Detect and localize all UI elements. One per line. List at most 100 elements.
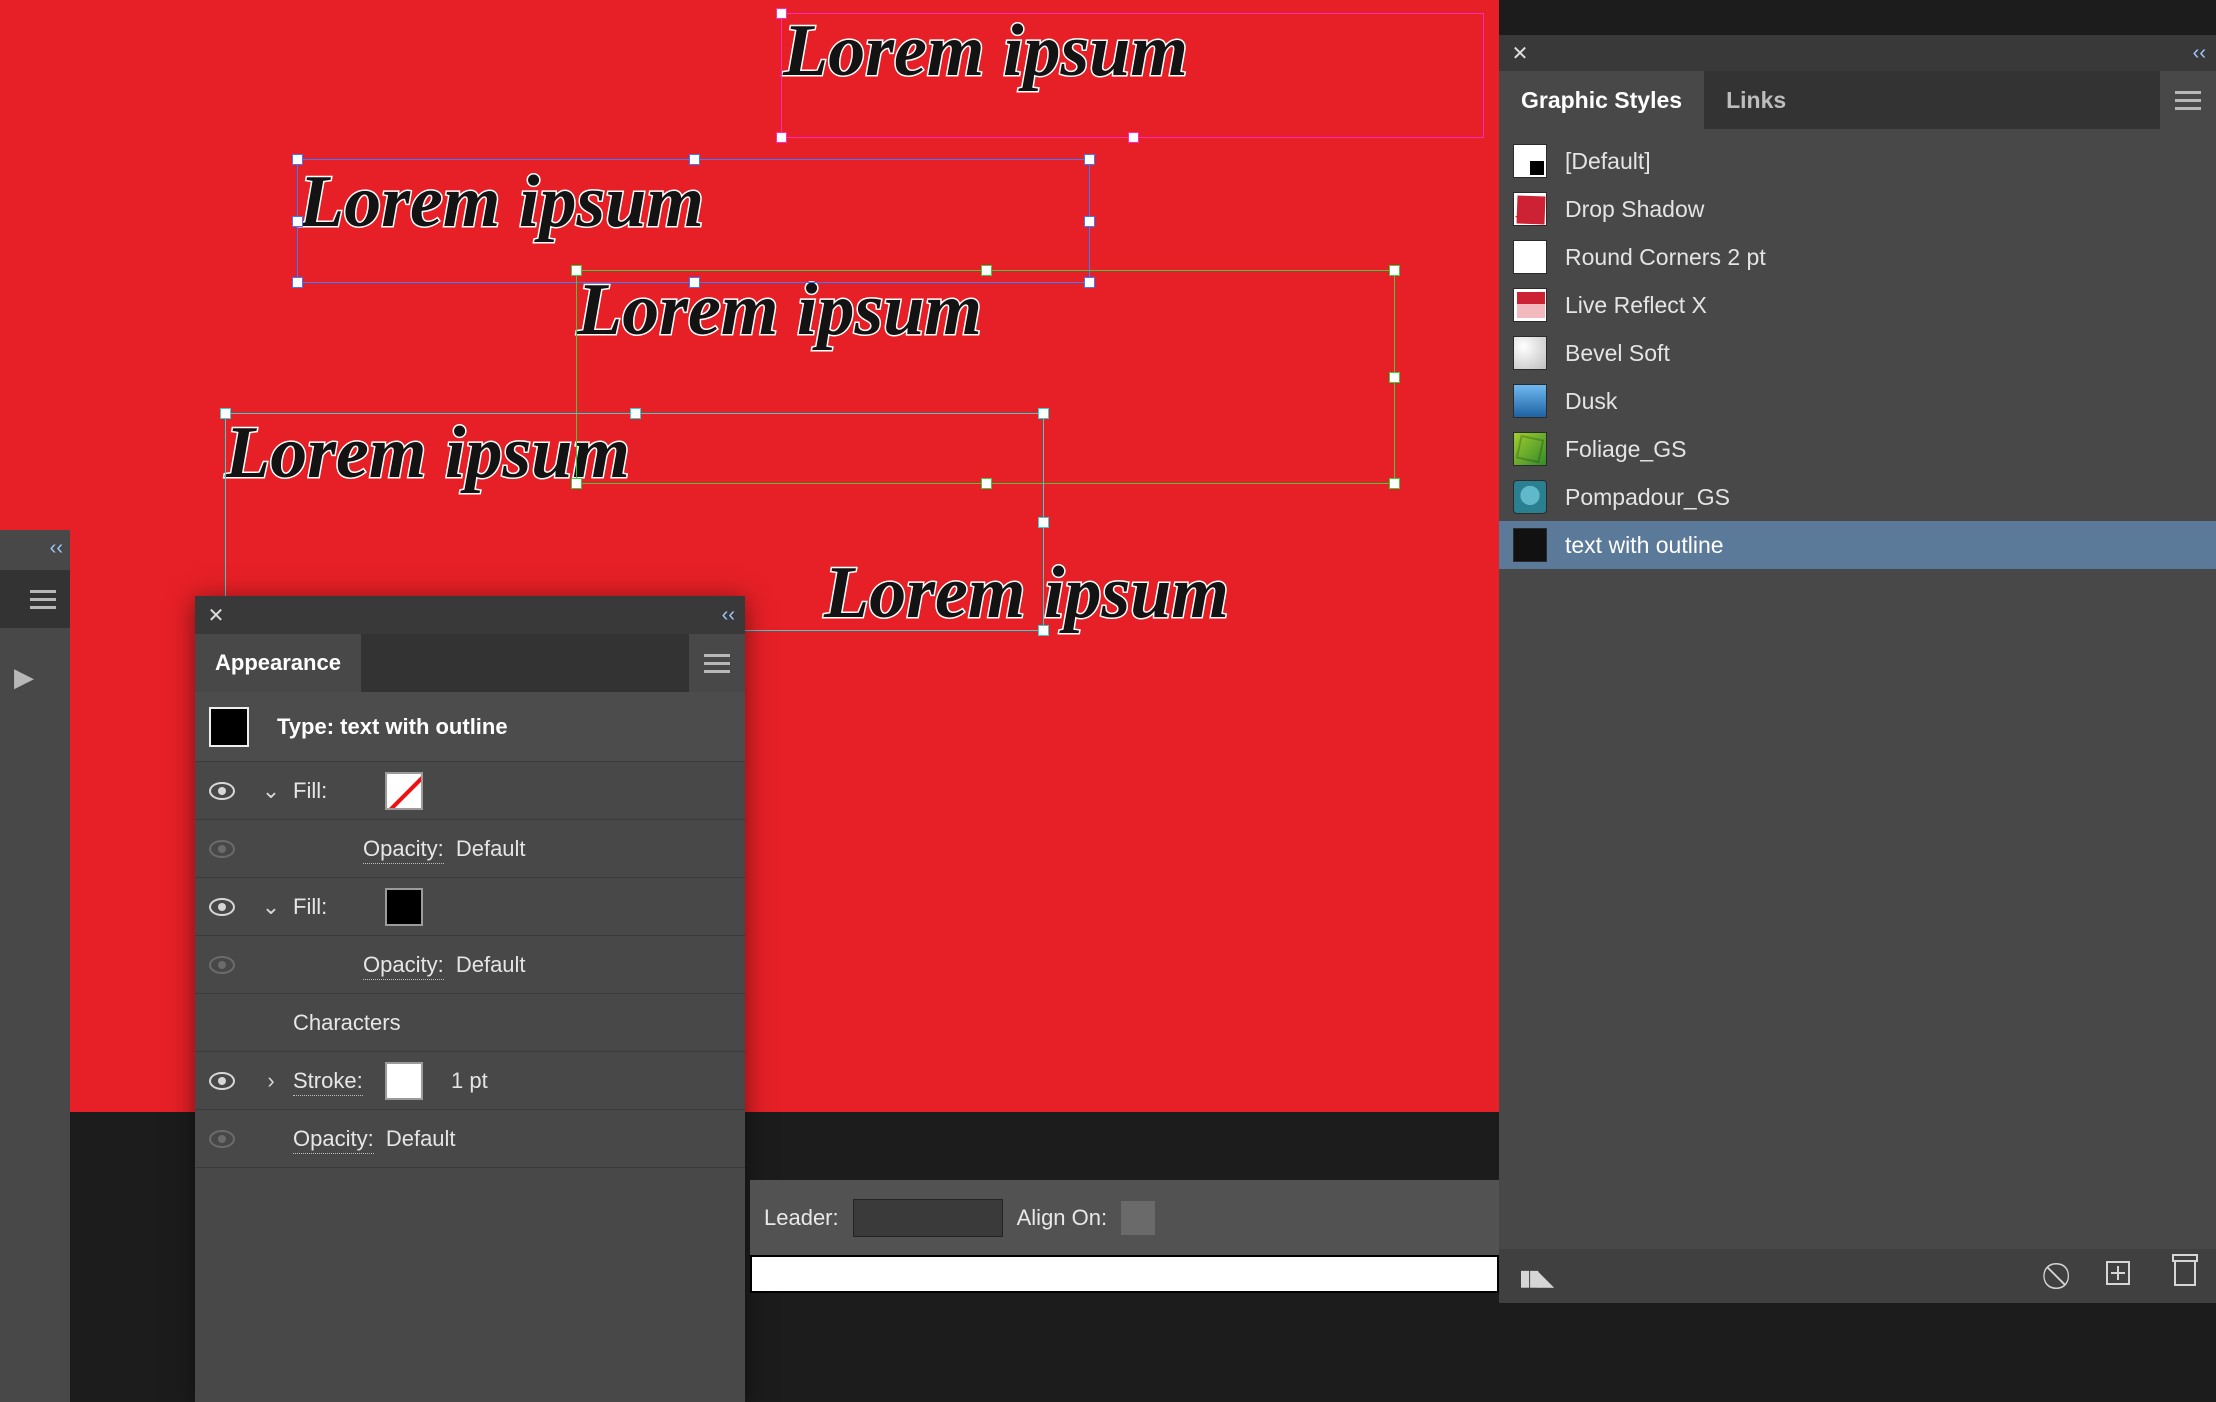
type-swatch[interactable]: [209, 707, 249, 747]
appearance-opacity-row[interactable]: Opacity: Default: [195, 820, 745, 878]
style-label: text with outline: [1565, 532, 1724, 559]
selection-handle[interactable]: [1389, 478, 1400, 489]
visibility-toggle[interactable]: [195, 898, 249, 916]
opacity-label[interactable]: Opacity:: [293, 1126, 374, 1154]
eye-icon: [209, 1130, 235, 1148]
selection-handle[interactable]: [292, 277, 303, 288]
panel-tabs: Graphic Styles Links: [1499, 71, 2216, 129]
style-thumb: [1513, 480, 1547, 514]
graphic-styles-panel: ✕ ‹‹ Graphic Styles Links [Default] Drop…: [1499, 35, 2216, 1303]
style-item-default[interactable]: [Default]: [1499, 137, 2216, 185]
new-style-icon[interactable]: [2106, 1261, 2130, 1292]
style-item-bevel-soft[interactable]: Bevel Soft: [1499, 329, 2216, 377]
visibility-toggle[interactable]: [195, 1072, 249, 1090]
panel-titlebar[interactable]: ✕ ‹‹: [1499, 35, 2216, 71]
visibility-toggle[interactable]: [195, 840, 249, 858]
selection-handle[interactable]: [1389, 372, 1400, 383]
style-thumb: [1513, 192, 1547, 226]
visibility-toggle[interactable]: [195, 956, 249, 974]
panel-menu-button[interactable]: [689, 634, 745, 692]
stroke-value: 1 pt: [451, 1068, 488, 1094]
selection-handle[interactable]: [1038, 517, 1049, 528]
left-dock-collapsed: ‹‹ ▶: [0, 530, 70, 1402]
style-label: Pompadour_GS: [1565, 484, 1730, 511]
style-thumb: [1513, 384, 1547, 418]
selection-handle[interactable]: [776, 132, 787, 143]
collapse-icon[interactable]: ‹‹: [50, 537, 63, 560]
selection-handle[interactable]: [981, 265, 992, 276]
opacity-value: Default: [386, 1126, 456, 1151]
collapse-icon[interactable]: ‹‹: [722, 604, 735, 627]
style-label: Dusk: [1565, 388, 1617, 415]
opacity-label[interactable]: Opacity:: [363, 836, 444, 864]
style-label: Round Corners 2 pt: [1565, 244, 1766, 271]
visibility-toggle[interactable]: [195, 782, 249, 800]
eye-icon: [209, 840, 235, 858]
alignon-input[interactable]: [1121, 1201, 1155, 1235]
appearance-fill-row[interactable]: ⌄ Fill:: [195, 878, 745, 936]
expand-toggle[interactable]: ⌄: [249, 778, 293, 804]
appearance-characters-row[interactable]: Characters: [195, 994, 745, 1052]
styles-list: [Default] Drop Shadow Round Corners 2 pt…: [1499, 129, 2216, 577]
hamburger-icon[interactable]: [30, 585, 56, 614]
expand-toggle[interactable]: ⌄: [249, 894, 293, 920]
panel-titlebar[interactable]: ✕ ‹‹: [195, 596, 745, 634]
style-thumb: [1513, 432, 1547, 466]
chevron-down-icon: ⌄: [262, 894, 280, 920]
text-object[interactable]: Lorem ipsum: [824, 551, 1229, 636]
libraries-icon[interactable]: [1519, 1261, 1551, 1292]
appearance-opacity-row[interactable]: Opacity: Default: [195, 936, 745, 994]
stroke-label[interactable]: Stroke:: [293, 1068, 363, 1096]
panel-menu-button[interactable]: [2160, 71, 2216, 129]
appearance-stroke-row[interactable]: › Stroke: 1 pt: [195, 1052, 745, 1110]
expand-icon[interactable]: ▶: [14, 662, 34, 693]
style-thumb: [1513, 336, 1547, 370]
selection-handle[interactable]: [1389, 265, 1400, 276]
fill-swatch-none[interactable]: [385, 772, 423, 810]
tab-appearance[interactable]: Appearance: [195, 634, 361, 692]
appearance-opacity-row[interactable]: Opacity: Default: [195, 1110, 745, 1168]
style-item-text-with-outline[interactable]: text with outline: [1499, 521, 2216, 569]
tab-graphic-styles[interactable]: Graphic Styles: [1499, 71, 1704, 129]
selection-handle[interactable]: [1084, 154, 1095, 165]
panel-hamburger-bar: [0, 570, 70, 628]
expand-toggle[interactable]: ›: [249, 1068, 293, 1094]
close-icon[interactable]: ✕: [201, 600, 231, 630]
appearance-fill-row[interactable]: ⌄ Fill:: [195, 762, 745, 820]
text-object[interactable]: Lorem ipsum: [299, 160, 704, 245]
selection-handle[interactable]: [1038, 408, 1049, 419]
style-item-dusk[interactable]: Dusk: [1499, 377, 2216, 425]
style-item-pompadour[interactable]: Pompadour_GS: [1499, 473, 2216, 521]
opacity-value: Default: [456, 952, 526, 977]
delete-style-icon[interactable]: [2174, 1260, 2196, 1293]
text-object[interactable]: Lorem ipsum: [225, 411, 630, 496]
style-item-foliage[interactable]: Foliage_GS: [1499, 425, 2216, 473]
visibility-toggle[interactable]: [195, 1130, 249, 1148]
close-icon[interactable]: ✕: [1505, 38, 1535, 68]
style-item-drop-shadow[interactable]: Drop Shadow: [1499, 185, 2216, 233]
tabs-ruler[interactable]: [750, 1255, 1499, 1293]
hamburger-icon: [2175, 86, 2201, 115]
tab-links[interactable]: Links: [1704, 71, 1808, 129]
selection-handle[interactable]: [1128, 132, 1139, 143]
eye-icon: [209, 956, 235, 974]
style-thumb: [1513, 288, 1547, 322]
selection-handle[interactable]: [1084, 277, 1095, 288]
style-item-live-reflect[interactable]: Live Reflect X: [1499, 281, 2216, 329]
selection-handle[interactable]: [1084, 216, 1095, 227]
collapse-icon[interactable]: ‹‹: [2193, 42, 2206, 65]
selection-handle[interactable]: [981, 478, 992, 489]
style-label: [Default]: [1565, 148, 1651, 175]
opacity-value: Default: [456, 836, 526, 861]
leader-input[interactable]: [853, 1199, 1003, 1237]
text-object[interactable]: Lorem ipsum: [783, 9, 1188, 94]
opacity-label[interactable]: Opacity:: [363, 952, 444, 980]
fill-swatch-black[interactable]: [385, 888, 423, 926]
fill-label: Fill:: [293, 778, 385, 804]
selection-handle[interactable]: [630, 408, 641, 419]
text-object[interactable]: Lorem ipsum: [577, 268, 982, 353]
alignon-label: Align On:: [1017, 1205, 1108, 1231]
style-item-round-corners[interactable]: Round Corners 2 pt: [1499, 233, 2216, 281]
stroke-swatch-white[interactable]: [385, 1062, 423, 1100]
style-label: Foliage_GS: [1565, 436, 1686, 463]
